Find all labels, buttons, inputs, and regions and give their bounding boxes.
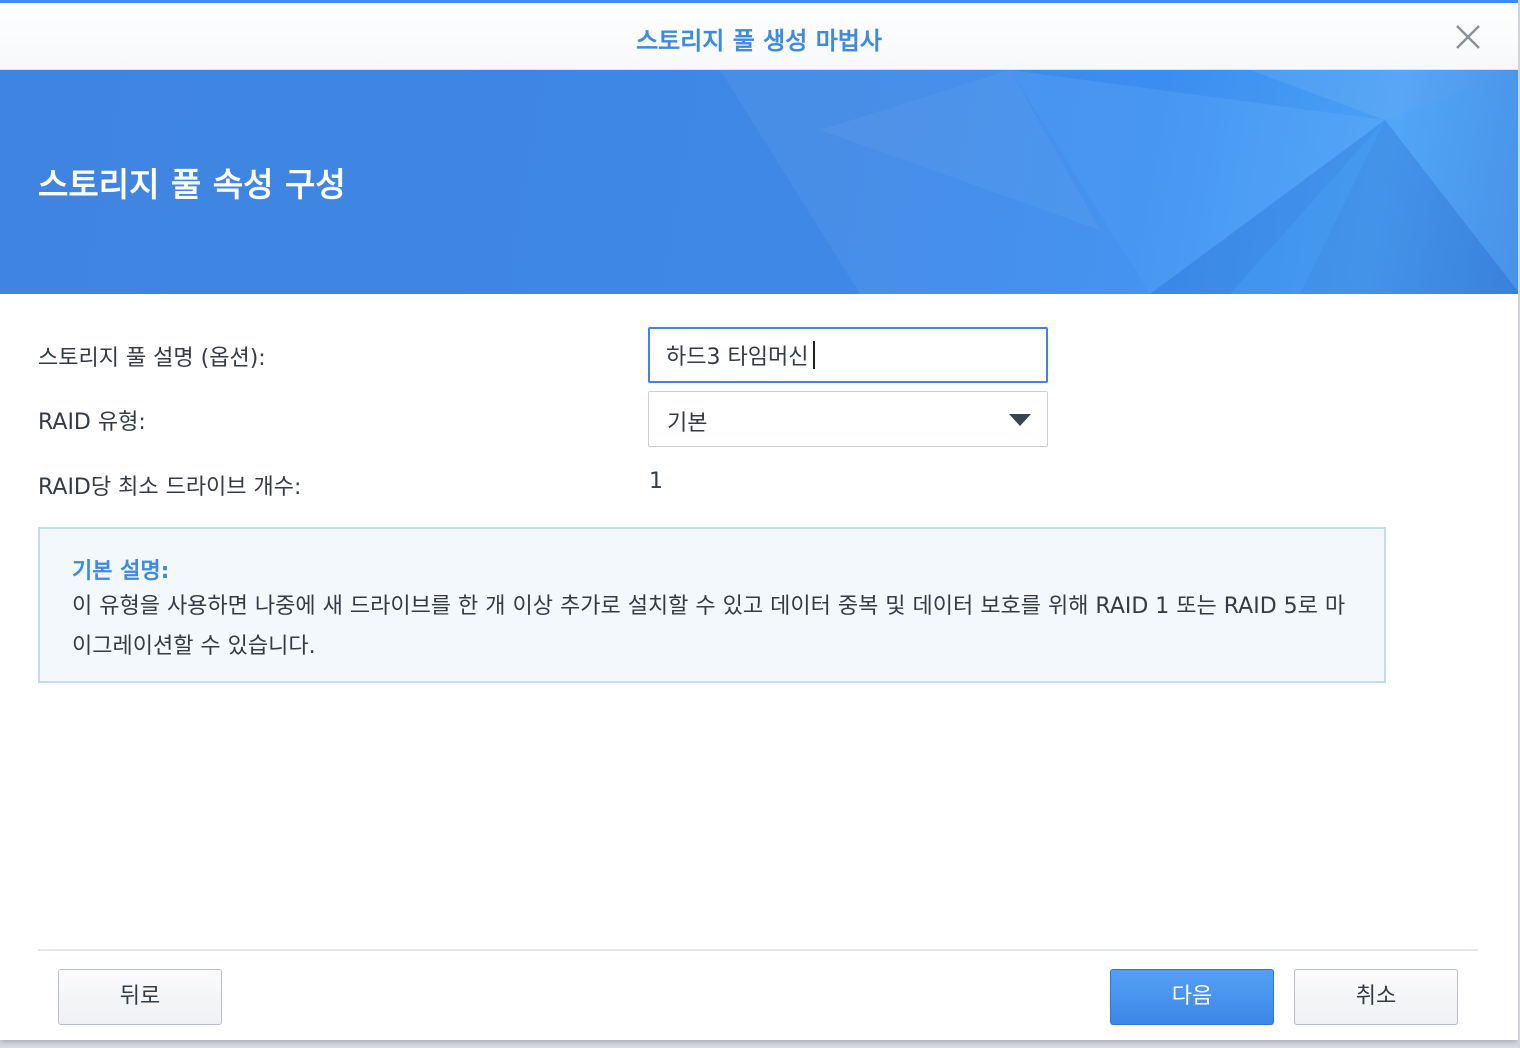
back-button[interactable]: 뒤로 [58,969,222,1025]
title-bar: 스토리지 풀 생성 마법사 [0,3,1518,70]
close-button[interactable] [1454,23,1482,51]
description-label: 스토리지 풀 설명 (옵션): [38,346,266,371]
wizard-dialog: 스토리지 풀 생성 마법사 스토리지 풀 속성 구성 스토리지 풀 설명 (옵션… [0,0,1518,1040]
window-title: 스토리지 풀 생성 마법사 [636,27,882,55]
footer-divider [38,949,1478,951]
raid-type-select[interactable]: 기본 [648,391,1048,447]
chevron-down-icon [1009,414,1031,426]
next-button[interactable]: 다음 [1110,969,1274,1025]
description-input[interactable] [648,327,1048,383]
cancel-button[interactable]: 취소 [1294,969,1458,1025]
info-box: 기본 설명: 이 유형을 사용하면 나중에 새 드라이브를 한 개 이상 추가로… [38,527,1386,683]
close-icon [1456,25,1480,49]
info-title: 기본 설명: [72,559,170,584]
info-body: 이 유형을 사용하면 나중에 새 드라이브를 한 개 이상 추가로 설치할 수 … [72,594,1346,659]
min-drives-value: 1 [649,469,663,494]
raid-type-label: RAID 유형: [38,410,146,435]
raid-type-value: 기본 [667,411,708,436]
text-caret [813,341,815,369]
step-banner: 스토리지 풀 속성 구성 [0,70,1518,294]
min-drives-label: RAID당 최소 드라이브 개수: [38,475,302,500]
step-title: 스토리지 풀 속성 구성 [38,165,346,204]
